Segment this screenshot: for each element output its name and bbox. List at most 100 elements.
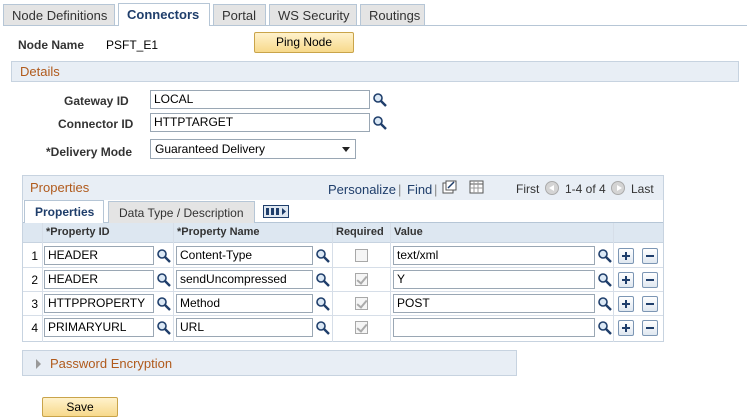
tab-node-definitions[interactable]: Node Definitions bbox=[3, 4, 115, 25]
column-header-required: Required bbox=[336, 226, 384, 238]
next-row-icon[interactable] bbox=[611, 181, 625, 195]
value-input[interactable] bbox=[393, 318, 595, 337]
tab-portal[interactable]: Portal bbox=[213, 4, 266, 25]
value-lookup-icon[interactable] bbox=[597, 272, 613, 288]
details-section-header: Details bbox=[11, 61, 739, 82]
expand-triangle-icon bbox=[36, 359, 41, 369]
delete-row-button[interactable] bbox=[642, 320, 658, 336]
previous-row-icon[interactable] bbox=[545, 181, 559, 195]
minus-icon bbox=[646, 303, 654, 305]
tab-label: Connectors bbox=[127, 7, 200, 22]
add-row-button[interactable] bbox=[618, 248, 634, 264]
property-name-lookup-icon[interactable] bbox=[315, 320, 331, 336]
property-id-lookup-icon[interactable] bbox=[156, 296, 172, 312]
column-header-property-id: *Property ID bbox=[46, 226, 110, 238]
row-number: 2 bbox=[31, 273, 38, 287]
last-label: Last bbox=[631, 182, 654, 196]
property-id-input[interactable]: PRIMARYURL bbox=[44, 318, 154, 337]
property-name-lookup-icon[interactable] bbox=[315, 272, 331, 288]
delivery-mode-value: Guaranteed Delivery bbox=[155, 142, 266, 156]
personalize-link[interactable]: Personalize bbox=[328, 182, 396, 197]
subtab-properties[interactable]: Properties bbox=[24, 200, 104, 223]
tab-label: WS Security bbox=[278, 8, 350, 23]
connector-lookup-icon[interactable] bbox=[372, 115, 388, 131]
tab-connectors[interactable]: Connectors bbox=[118, 3, 210, 26]
property-name-input[interactable]: URL bbox=[176, 318, 313, 337]
row-number: 1 bbox=[31, 249, 38, 263]
property-name-lookup-icon[interactable] bbox=[315, 248, 331, 264]
download-grid-icon[interactable] bbox=[469, 180, 484, 194]
plus-icon-stem bbox=[625, 324, 627, 332]
node-name-value: PSFT_E1 bbox=[106, 38, 159, 52]
column-divider bbox=[332, 223, 333, 342]
required-checkbox[interactable] bbox=[355, 321, 368, 334]
component-tabs: Node Definitions Connectors Portal WS Se… bbox=[3, 3, 747, 26]
first-label: First bbox=[516, 182, 540, 196]
value-input[interactable]: text/xml bbox=[393, 246, 595, 265]
chevron-down-icon bbox=[342, 147, 350, 152]
properties-grid-title: Properties bbox=[30, 180, 90, 195]
property-id-lookup-icon[interactable] bbox=[156, 248, 172, 264]
delete-row-button[interactable] bbox=[642, 272, 658, 288]
property-name-input[interactable]: Content-Type bbox=[176, 246, 313, 265]
value-input[interactable]: POST bbox=[393, 294, 595, 313]
row-divider bbox=[23, 291, 663, 292]
value-lookup-icon[interactable] bbox=[597, 320, 613, 336]
find-link[interactable]: Find bbox=[407, 182, 432, 197]
required-checkbox[interactable] bbox=[355, 297, 368, 310]
column-header-value: Value bbox=[394, 226, 423, 238]
row-divider bbox=[23, 267, 663, 268]
separator: | bbox=[434, 182, 438, 197]
required-checkbox[interactable] bbox=[355, 249, 368, 262]
row-range: 1-4 of 4 bbox=[565, 182, 606, 196]
delivery-mode-select[interactable]: Guaranteed Delivery bbox=[150, 139, 356, 159]
delete-row-button[interactable] bbox=[642, 248, 658, 264]
column-header-property-name: *Property Name bbox=[177, 226, 260, 238]
gateway-id-input[interactable]: LOCAL bbox=[150, 90, 370, 109]
gateway-id-label: Gateway ID bbox=[64, 94, 129, 108]
row-number: 3 bbox=[31, 297, 38, 311]
show-all-columns-icon[interactable] bbox=[263, 205, 289, 218]
connector-id-input[interactable]: HTTPTARGET bbox=[150, 113, 370, 132]
connector-id-label: Connector ID bbox=[58, 117, 134, 131]
required-checkbox[interactable] bbox=[355, 273, 368, 286]
value-lookup-icon[interactable] bbox=[597, 296, 613, 312]
plus-icon-stem bbox=[625, 252, 627, 260]
tab-label: Portal bbox=[222, 8, 256, 23]
property-name-input[interactable]: Method bbox=[176, 294, 313, 313]
tab-routings[interactable]: Routings bbox=[360, 4, 425, 25]
delivery-mode-label: *Delivery Mode bbox=[46, 145, 133, 159]
property-id-lookup-icon[interactable] bbox=[156, 320, 172, 336]
subtab-label: Data Type / Description bbox=[119, 206, 244, 220]
plus-icon-stem bbox=[625, 300, 627, 308]
delete-row-button[interactable] bbox=[642, 296, 658, 312]
minus-icon bbox=[646, 255, 654, 257]
view-all-icon[interactable] bbox=[442, 180, 457, 194]
add-row-button[interactable] bbox=[618, 320, 634, 336]
value-input[interactable]: Y bbox=[393, 270, 595, 289]
password-encryption-label: Password Encryption bbox=[50, 356, 173, 371]
column-divider bbox=[173, 223, 174, 342]
property-id-input[interactable]: HEADER bbox=[44, 270, 154, 289]
property-id-input[interactable]: HEADER bbox=[44, 246, 154, 265]
plus-icon-stem bbox=[625, 276, 627, 284]
property-name-input[interactable]: sendUncompressed bbox=[176, 270, 313, 289]
subtab-data-type-description[interactable]: Data Type / Description bbox=[108, 201, 255, 223]
column-divider bbox=[613, 223, 614, 342]
property-name-lookup-icon[interactable] bbox=[315, 296, 331, 312]
save-button[interactable]: Save bbox=[42, 397, 118, 417]
column-divider bbox=[42, 223, 43, 342]
column-divider bbox=[390, 223, 391, 342]
tab-ws-security[interactable]: WS Security bbox=[269, 4, 357, 25]
ping-node-button[interactable]: Ping Node bbox=[254, 32, 354, 53]
separator: | bbox=[398, 182, 402, 197]
add-row-button[interactable] bbox=[618, 272, 634, 288]
property-id-input[interactable]: HTTPPROPERTY bbox=[44, 294, 154, 313]
value-lookup-icon[interactable] bbox=[597, 248, 613, 264]
add-row-button[interactable] bbox=[618, 296, 634, 312]
property-id-lookup-icon[interactable] bbox=[156, 272, 172, 288]
gateway-lookup-icon[interactable] bbox=[372, 92, 388, 108]
minus-icon bbox=[646, 279, 654, 281]
row-divider bbox=[23, 315, 663, 316]
password-encryption-collapsible[interactable]: Password Encryption bbox=[22, 350, 517, 376]
